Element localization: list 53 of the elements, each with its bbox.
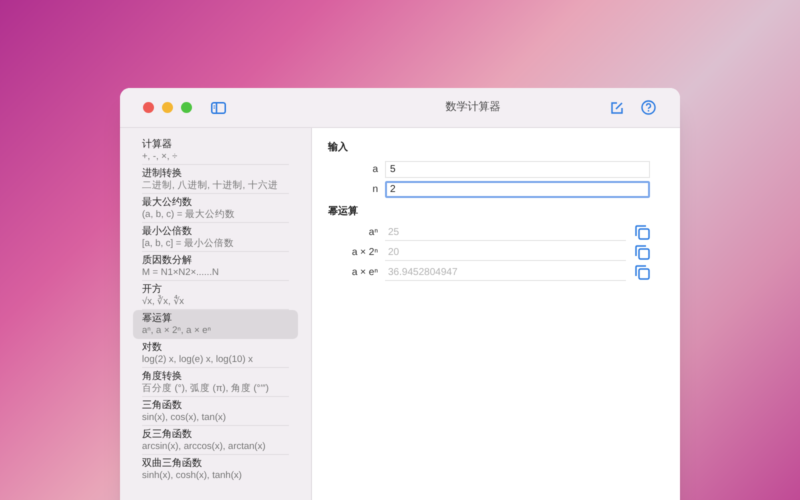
sidebar-item[interactable]: 对数 log(2) x, log(e) x, log(10) x: [142, 339, 289, 368]
sidebar-item[interactable]: 进制转换 二进制, 八进制, 十进制, 十六进: [142, 165, 289, 194]
item-subtitle: [a, b, c] = 最小公倍数: [142, 238, 235, 250]
result-label: aⁿ: [368, 226, 379, 240]
field-label: a: [371, 162, 379, 176]
item-subtitle: M = N1×N2×......N: [142, 266, 220, 278]
input-field[interactable]: 2: [385, 180, 650, 198]
item-title: 最小公倍数: [142, 224, 193, 238]
sidebar-toggle-icon[interactable]: [211, 102, 226, 114]
item-title: 进制转换: [142, 166, 183, 180]
item-subtitle: (a, b, c) = 最大公约数: [142, 208, 236, 220]
item-subtitle: 百分度 (°), 弧度 (π), 角度 (°′″): [142, 382, 270, 394]
window-title: 数学计算器: [446, 100, 500, 116]
help-icon[interactable]: [641, 100, 656, 115]
input-field[interactable]: 5: [385, 160, 650, 178]
section-heading: 输入: [328, 140, 349, 155]
item-subtitle: 二进制, 八进制, 十进制, 十六进: [142, 180, 279, 192]
copy-icon[interactable]: [635, 225, 650, 240]
item-title: 三角函数: [142, 398, 183, 412]
sidebar-item[interactable]: 幂运算 aⁿ, a × 2ⁿ, a × eⁿ: [133, 310, 298, 339]
item-subtitle: log(2) x, log(e) x, log(10) x: [142, 354, 254, 366]
copy-icon[interactable]: [635, 265, 650, 280]
item-title: 对数: [142, 340, 163, 354]
zoom-button[interactable]: [181, 102, 192, 113]
result-label: a × eⁿ: [350, 266, 379, 280]
item-subtitle: √x, ∛x, ∜x: [142, 296, 186, 308]
item-title: 幂运算: [142, 312, 173, 325]
item-title: 双曲三角函数: [142, 457, 203, 470]
sidebar-item[interactable]: 质因数分解 M = N1×N2×......N: [142, 252, 289, 281]
field-label: n: [371, 182, 379, 196]
sidebar-item[interactable]: 三角函数 sin(x), cos(x), tan(x): [142, 397, 289, 426]
item-subtitle: sin(x), cos(x), tan(x): [142, 412, 227, 424]
item-subtitle: arcsin(x), arccos(x), arctan(x): [142, 440, 267, 452]
sidebar-item[interactable]: 最大公约数 (a, b, c) = 最大公约数: [142, 194, 289, 223]
close-button[interactable]: [143, 102, 154, 113]
item-title: 最大公约数: [142, 196, 193, 208]
copy-icon[interactable]: [635, 245, 650, 260]
compose-icon[interactable]: [610, 100, 624, 114]
result-label: a × 2ⁿ: [350, 246, 379, 260]
item-subtitle: +, -, ×, ÷: [142, 150, 178, 162]
sidebar-item[interactable]: 反三角函数 arcsin(x), arccos(x), arctan(x): [142, 426, 289, 455]
sidebar-item[interactable]: 双曲三角函数 sinh(x), cosh(x), tanh(x): [142, 455, 289, 484]
item-title: 反三角函数: [142, 428, 193, 440]
item-title: 计算器: [142, 138, 173, 150]
item-title: 角度转换: [142, 370, 183, 382]
item-title: 开方: [142, 282, 163, 295]
section-heading: 幂运算: [328, 204, 359, 219]
sidebar-item[interactable]: 最小公倍数 [a, b, c] = 最小公倍数: [142, 223, 289, 252]
sidebar-item[interactable]: 计算器 +, -, ×, ÷: [142, 136, 289, 165]
sidebar-item[interactable]: 角度转换 百分度 (°), 弧度 (π), 角度 (°′″): [142, 368, 289, 397]
item-subtitle: sinh(x), cosh(x), tanh(x): [142, 470, 243, 482]
item-subtitle: aⁿ, a × 2ⁿ, a × eⁿ: [142, 325, 212, 337]
item-title: 质因数分解: [142, 254, 193, 266]
